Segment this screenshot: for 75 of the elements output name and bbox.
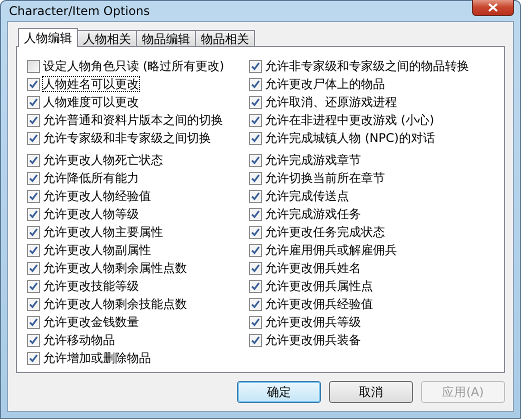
checkbox-label: 允许在非进程中更改游戏 (小心) — [265, 113, 434, 127]
dialog-button[interactable]: 取消 — [329, 381, 413, 403]
checkbox-label: 允许更改金钱数量 — [43, 315, 139, 329]
checkbox[interactable] — [27, 226, 40, 238]
checkbox-label: 允许更改人物剩余技能点数 — [43, 297, 187, 311]
checkbox-label: 允许更改人物经验值 — [43, 189, 151, 203]
checkbox-label: 允许完成传送点 — [265, 189, 349, 203]
checkbox[interactable] — [27, 352, 40, 364]
checkbox[interactable] — [249, 190, 262, 202]
checkbox[interactable] — [27, 78, 40, 90]
checkbox[interactable] — [27, 280, 40, 292]
close-icon — [488, 2, 498, 12]
checkbox[interactable] — [249, 316, 262, 328]
checkbox-label: 允许移动物品 — [43, 333, 115, 347]
checkbox-label: 允许普通和资料片版本之间的切换 — [43, 113, 223, 127]
checkbox[interactable] — [249, 226, 262, 238]
checkbox[interactable] — [27, 208, 40, 220]
checkbox[interactable] — [249, 298, 262, 310]
checkbox-label: 允许更改尸体上的物品 — [265, 77, 385, 91]
checkbox[interactable] — [249, 334, 262, 346]
tab[interactable]: 物品编辑 — [136, 30, 196, 46]
checkbox-label: 允许更改人物剩余属性点数 — [43, 261, 187, 275]
tab[interactable]: 人物相关 — [77, 30, 137, 46]
window-title: Character/Item Options — [9, 4, 150, 18]
checkbox-label: 允许更改佣兵装备 — [265, 333, 361, 347]
checkbox[interactable] — [249, 78, 262, 90]
checkbox[interactable] — [27, 298, 40, 310]
checkbox[interactable] — [27, 60, 40, 72]
checkbox-label: 设定人物角色只读 (略过所有更改) — [43, 59, 224, 73]
checkbox[interactable] — [27, 114, 40, 126]
checkbox[interactable] — [249, 244, 262, 256]
checkbox[interactable] — [27, 154, 40, 166]
checkbox[interactable] — [27, 316, 40, 328]
checkbox-label: 允许降低所有能力 — [43, 171, 139, 185]
checkbox[interactable] — [249, 280, 262, 292]
checkbox[interactable] — [249, 96, 262, 108]
checkbox[interactable] — [249, 154, 262, 166]
checkbox-label: 允许更改佣兵姓名 — [265, 261, 361, 275]
checkbox-label: 允许增加或删除物品 — [43, 351, 151, 365]
tab[interactable]: 人物编辑 — [18, 28, 78, 47]
checkbox-label: 允许雇用佣兵或解雇佣兵 — [265, 243, 397, 257]
checkbox-label: 允许更改人物死亡状态 — [43, 153, 163, 167]
checkbox-label: 允许切换当前所在章节 — [265, 171, 385, 185]
checkbox-label: 人物难度可以更改 — [43, 95, 139, 109]
checkbox-label: 允许完成城镇人物 (NPC)的对话 — [265, 131, 435, 145]
checkbox[interactable] — [27, 96, 40, 108]
checkbox[interactable] — [27, 244, 40, 256]
checkbox-label: 允许更改佣兵经验值 — [265, 297, 373, 311]
checkbox[interactable] — [27, 190, 40, 202]
checkbox[interactable] — [27, 172, 40, 184]
checkbox-label: 允许完成游戏章节 — [265, 153, 361, 167]
checkbox-label: 允许取消、还原游戏进程 — [265, 95, 397, 109]
dialog-button[interactable]: 确定 — [237, 381, 321, 403]
checkbox[interactable] — [249, 172, 262, 184]
checkbox-label: 允许更改佣兵等级 — [265, 315, 361, 329]
checkbox-label: 允许更改佣兵属性点 — [265, 279, 373, 293]
checkbox-label: 允许更改任务完成状态 — [265, 225, 385, 239]
checkbox[interactable] — [27, 334, 40, 346]
checkbox[interactable] — [249, 132, 262, 144]
checkbox[interactable] — [27, 262, 40, 274]
checkbox-label: 人物姓名可以更改 — [43, 77, 139, 91]
close-button[interactable] — [472, 0, 514, 16]
checkbox[interactable] — [249, 262, 262, 274]
checkbox[interactable] — [27, 132, 40, 144]
checkbox-label: 允许完成游戏任务 — [265, 207, 361, 221]
checkbox[interactable] — [249, 114, 262, 126]
checkbox-label: 允许专家级和非专家级之间切换 — [43, 131, 211, 145]
checkbox-label: 允许更改人物等级 — [43, 207, 139, 221]
checkbox[interactable] — [249, 208, 262, 220]
tab[interactable]: 物品相关 — [195, 30, 255, 46]
checkbox-label: 允许更改人物主要属性 — [43, 225, 163, 239]
checkbox-label: 允许更改技能等级 — [43, 279, 139, 293]
checkbox-label: 允许非专家级和专家级之间的物品转换 — [265, 59, 469, 73]
checkbox[interactable] — [249, 60, 262, 72]
checkbox-label: 允许更改人物副属性 — [43, 243, 151, 257]
